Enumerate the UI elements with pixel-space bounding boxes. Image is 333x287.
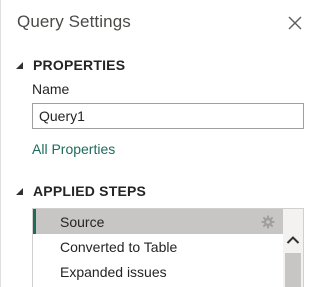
applied-steps-list: Source Converted to Table Expanded issue… [32,208,304,287]
close-icon [288,16,302,30]
query-settings-pane: Query Settings PROPERTIES Name All Prope… [0,0,333,287]
applied-step-source[interactable]: Source [33,209,283,234]
step-label: Converted to Table [60,238,178,255]
gear-icon[interactable] [261,215,275,229]
scroll-up-button[interactable] [283,229,303,251]
caret-down-icon [14,186,24,196]
properties-header-label: PROPERTIES [33,57,126,73]
all-properties-link[interactable]: All Properties [32,141,115,157]
properties-section-header[interactable]: PROPERTIES [14,55,125,75]
scrollbar-thumb[interactable] [285,253,301,287]
step-label: Source [60,213,105,230]
query-name-input[interactable] [32,103,304,129]
step-label: Expanded issues [60,263,167,280]
chevron-up-icon [286,236,300,244]
applied-step-converted-to-table[interactable]: Converted to Table [33,234,283,259]
steps-scrollbar[interactable] [283,209,303,287]
close-button[interactable] [284,12,306,34]
name-label: Name [32,81,70,97]
applied-step-expanded-issues[interactable]: Expanded issues [33,259,283,284]
pane-title: Query Settings [17,12,131,31]
caret-down-icon [14,60,24,70]
applied-steps-header-label: APPLIED STEPS [33,183,147,199]
applied-steps-section-header[interactable]: APPLIED STEPS [14,181,146,201]
